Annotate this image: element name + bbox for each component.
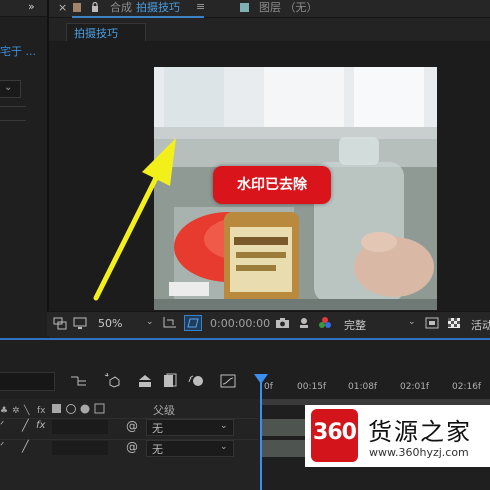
chevron-down-icon[interactable]: ⌄ [220,421,228,431]
project-link[interactable]: 宅于 ... [0,43,36,59]
parent-value[interactable]: 无 [152,441,163,457]
timeline-search-input[interactable] [0,372,55,391]
draft-3d-icon[interactable] [104,372,120,388]
quality-switch-icon[interactable]: ╱ [22,419,29,432]
active-camera-select[interactable]: 活动 [471,317,490,333]
switch-glyph: ╲ [23,404,30,416]
tab-comp-prefix[interactable]: 合成 [110,0,132,17]
chevron-down-icon[interactable]: ⌄ [146,317,154,327]
tab-composition[interactable]: 拍摄技巧 [136,0,180,17]
layer-color-swatch [240,3,249,12]
watermark-removed-label: 水印已去除 [237,177,307,193]
fast-preview-icon[interactable] [425,317,439,329]
graph-icon[interactable] [220,373,236,389]
switch-glyph [94,403,105,414]
ruler-label: 01:08f [348,382,378,392]
chevron-down-icon[interactable]: ⌄ [4,82,12,93]
menu-icon[interactable]: ≡ [196,0,205,13]
motion-blur-icon[interactable] [188,373,204,389]
fx-glyph: fx [37,406,46,416]
current-time-indicator[interactable] [260,382,262,490]
comp-flowchart-icon[interactable] [70,374,88,388]
chevron-down-icon[interactable]: ⌄ [408,317,416,327]
tab-layer[interactable]: 图层 （无） [259,0,318,17]
ruler-label: 00:15f [297,382,327,392]
switch-cells[interactable] [52,441,108,455]
site-url: www.360hyzj.com [369,446,469,459]
region-toggle-icon[interactable] [53,317,67,330]
divider [0,120,26,121]
expand-icon[interactable]: » [28,0,35,13]
parent-column-header: 父级 [153,404,175,417]
shy-switch-icon[interactable]: ᐟ [0,441,4,452]
switch-glyph [66,404,76,414]
color-icon[interactable] [318,316,332,330]
pickwhip-icon[interactable]: @ [126,440,138,454]
project-panel-header [0,0,47,17]
switch-glyph [52,404,61,413]
breadcrumb-label[interactable]: 拍摄技巧 [74,25,118,41]
lock-icon[interactable] [91,2,99,12]
quality-switch-icon[interactable]: ╱ [22,440,29,453]
resolution-value[interactable]: 完整 [344,317,366,333]
switch-glyph: ✲ [12,406,20,416]
comp-color-swatch [73,3,81,12]
timecode-display[interactable]: 0:00:00:00 [210,317,270,330]
checker-icon[interactable] [447,317,461,329]
region-of-interest-icon[interactable] [184,315,202,331]
switch-glyph [80,404,90,414]
divider [0,106,26,107]
switch-glyph: ♣ [0,406,8,416]
pickwhip-icon[interactable]: @ [126,419,138,433]
shy-switch-icon[interactable]: ᐟ [0,420,4,431]
site-logo-number: 360 [313,420,357,445]
zoom-value[interactable]: 50% [98,317,122,330]
switch-cells[interactable] [52,420,108,434]
chevron-down-icon[interactable]: ⌄ [220,442,228,452]
close-icon[interactable]: × [58,1,67,14]
active-tab-indicator [72,16,204,18]
camera-icon[interactable] [275,317,290,329]
frame-blending-icon[interactable] [163,373,177,389]
ruler-label: 02:01f [400,382,430,392]
shy-icon[interactable] [136,374,154,388]
site-brand-name: 货源之家 [368,418,472,446]
fx-icon[interactable]: fx [36,420,45,431]
parent-value[interactable]: 无 [152,420,163,436]
grid-icon[interactable] [162,316,177,330]
show-snapshot-icon[interactable] [298,317,310,329]
ruler-label: 02:16f [452,382,482,392]
current-time-indicator-head[interactable] [254,374,268,384]
monitor-icon[interactable] [73,317,87,330]
layer-switch-header: ♣ ✲ ╲ fx [0,403,105,416]
